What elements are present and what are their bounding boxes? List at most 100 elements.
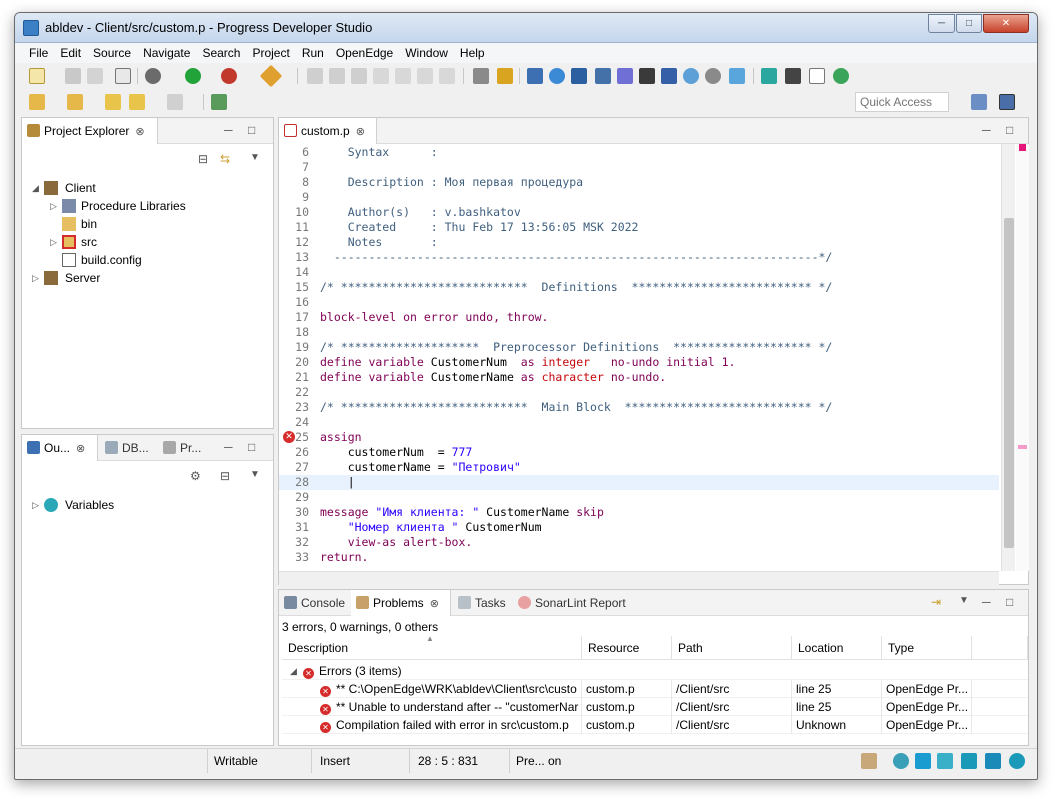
table-row[interactable]: ✕ Compilation failed with error in src\cu… [282, 716, 1028, 734]
menu-openedge[interactable]: OpenEdge [330, 43, 399, 63]
code-line[interactable]: 21 define variable CustomerName as charac… [279, 370, 999, 385]
resume-icon[interactable] [307, 68, 323, 84]
debug-icon[interactable] [221, 68, 237, 84]
menu-window[interactable]: Window [399, 43, 454, 63]
code-line[interactable]: 30 message "Имя клиента: " CustomerName s… [279, 505, 999, 520]
report-icon[interactable] [617, 68, 633, 84]
code-line[interactable]: 15 /* *************************** Definit… [279, 280, 999, 295]
code-line[interactable]: 20 define variable CustomerNum as integer… [279, 355, 999, 370]
step-into-icon[interactable] [395, 68, 411, 84]
column-header-type[interactable]: Type [882, 636, 972, 660]
monitor-icon[interactable] [705, 68, 721, 84]
code-line[interactable]: 16 [279, 295, 999, 310]
search-icon[interactable] [549, 68, 565, 84]
tab-tasks[interactable]: Tasks [453, 590, 511, 616]
error-marker-icon[interactable]: ✕ [283, 431, 295, 443]
code-line[interactable]: 24 [279, 415, 999, 430]
problems-group-row[interactable]: ◢ ✕ Errors (3 items) [282, 662, 1028, 680]
menu-help[interactable]: Help [454, 43, 491, 63]
save-icon[interactable] [65, 68, 81, 84]
close-icon[interactable]: ⊗ [356, 126, 365, 138]
run-icon[interactable] [185, 68, 201, 84]
close-button[interactable]: ✕ [983, 14, 1029, 33]
tab-sonarlint-report[interactable]: SonarLint Report [513, 590, 633, 616]
database-icon[interactable] [761, 68, 777, 84]
tab-problems[interactable]: Problems ⊗ [351, 590, 451, 616]
tree-item-bin[interactable]: bin [22, 215, 272, 233]
maximize-icon[interactable]: □ [248, 123, 255, 137]
code-line[interactable]: 32 view-as alert-box. [279, 535, 999, 550]
view-menu-icon[interactable]: ▼ [250, 152, 260, 163]
maximize-icon[interactable]: □ [248, 440, 255, 454]
perspective-icon[interactable] [971, 94, 987, 110]
forward-icon[interactable] [167, 94, 183, 110]
format-icon[interactable] [497, 68, 513, 84]
close-icon[interactable]: ⊗ [76, 443, 85, 455]
oe-perspective-icon[interactable] [999, 94, 1015, 110]
build-icon[interactable] [145, 68, 161, 84]
code-line[interactable]: 12 Notes : [279, 235, 999, 250]
globe-icon[interactable] [833, 68, 849, 84]
open-perspective-icon[interactable] [211, 94, 227, 110]
tab-console[interactable]: Console [279, 590, 349, 616]
tab-db-structure[interactable]: DB... [100, 435, 156, 461]
maximize-icon[interactable]: □ [1006, 595, 1013, 609]
error-overview-marker[interactable] [1019, 144, 1026, 151]
step-return-icon[interactable] [439, 68, 455, 84]
save-all-icon[interactable] [87, 68, 103, 84]
menu-navigate[interactable]: Navigate [137, 43, 196, 63]
tab-project-explorer[interactable]: Project Explorer ⊗ [22, 118, 158, 144]
code-line[interactable]: 27 customerName = "Петрович" [279, 460, 999, 475]
view-menu-icon[interactable]: ▼ [959, 595, 969, 606]
maximize-button[interactable]: □ [956, 14, 982, 33]
disconnect-icon[interactable] [373, 68, 389, 84]
code-line[interactable]: 18 [279, 325, 999, 340]
hand-icon[interactable] [861, 753, 877, 769]
code-line[interactable]: 14 [279, 265, 999, 280]
minimize-button[interactable]: ─ [928, 14, 955, 33]
code-line[interactable]: 11 Created : Thu Feb 17 13:56:05 MSK 202… [279, 220, 999, 235]
ampersand-toggle-icon[interactable] [809, 68, 825, 84]
column-header-path[interactable]: Path [672, 636, 792, 660]
tree-item-build-config[interactable]: build.config [22, 251, 272, 269]
suspend-icon[interactable] [329, 68, 345, 84]
tree-item-src[interactable]: ▷ src [22, 233, 272, 251]
code-line[interactable]: 6 Syntax : [279, 145, 999, 160]
code-line[interactable]: 25 ✕ assign [279, 430, 999, 445]
code-line[interactable]: 10 Author(s) : v.bashkatov [279, 205, 999, 220]
tab-custom-p[interactable]: custom.p ⊗ [279, 118, 377, 144]
presentation-icon[interactable] [961, 753, 977, 769]
code-line[interactable]: 23 /* *************************** Main Bl… [279, 400, 999, 415]
menu-run[interactable]: Run [296, 43, 330, 63]
folder-view-icon[interactable] [985, 753, 1001, 769]
tree-item-variables[interactable]: ▷ Variables [22, 496, 272, 514]
vertical-scrollbar[interactable] [1001, 144, 1015, 571]
menu-edit[interactable]: Edit [54, 43, 87, 63]
column-header-description[interactable]: Description ▲ [282, 634, 582, 660]
table-row[interactable]: ✕ ** C:\OpenEdge\WRK\abldev\Client\src\cu… [282, 680, 1028, 698]
lookup-icon[interactable] [683, 68, 699, 84]
tree-item-procedure-libraries[interactable]: ▷ Procedure Libraries [22, 197, 272, 215]
maximize-icon[interactable]: □ [1006, 123, 1013, 137]
menu-project[interactable]: Project [246, 43, 295, 63]
collapse-all-icon[interactable]: ⊟ [198, 152, 208, 166]
external-tools-icon[interactable] [259, 64, 283, 88]
grid-icon[interactable] [527, 68, 543, 84]
code-line[interactable]: 31 "Номер клиента " CustomerNum [279, 520, 999, 535]
code-line[interactable]: 8 Description : Моя первая процедура [279, 175, 999, 190]
minimize-icon[interactable]: ─ [982, 595, 991, 609]
column-header-resource[interactable]: Resource [582, 636, 672, 660]
code-line[interactable]: 22 [279, 385, 999, 400]
tab-properties[interactable]: Pr... [158, 435, 214, 461]
tree-item-server[interactable]: ▷ Server [22, 269, 272, 287]
menu-source[interactable]: Source [87, 43, 137, 63]
deploy-icon[interactable] [729, 68, 745, 84]
view-menu-icon[interactable]: ▼ [250, 469, 260, 480]
code-line[interactable]: 9 [279, 190, 999, 205]
minimize-icon[interactable]: ─ [224, 123, 233, 137]
terminate-icon[interactable] [351, 68, 367, 84]
code-line[interactable]: 33 return. [279, 550, 999, 565]
sql-icon[interactable] [661, 68, 677, 84]
code-line[interactable]: 19 /* ******************** Preprocessor D… [279, 340, 999, 355]
db-icon[interactable] [639, 68, 655, 84]
